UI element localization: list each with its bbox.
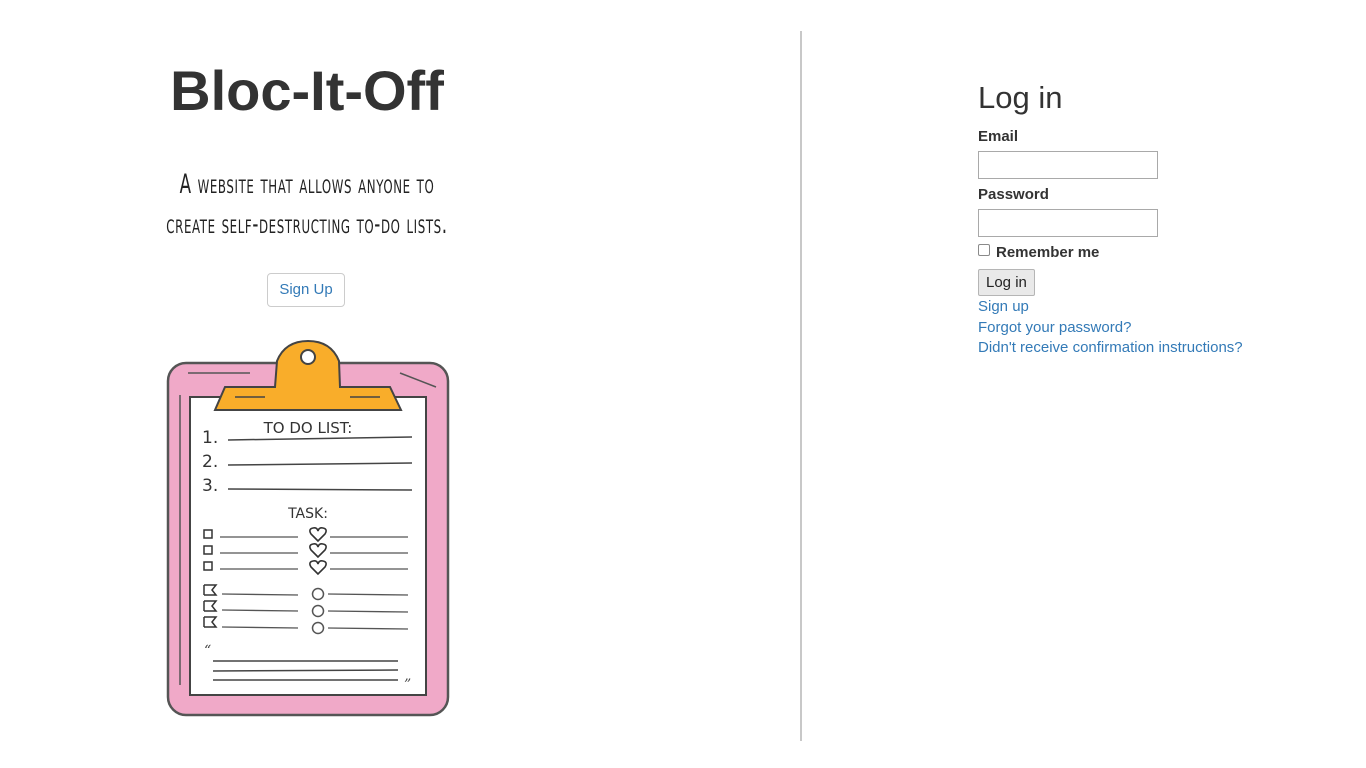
tagline-line-1: A website that allows anyone to — [179, 169, 435, 200]
login-heading: Log in — [978, 80, 1063, 115]
clipboard-illustration: TO DO LIST: 1. 2. 3. TASK: “ ” — [166, 339, 450, 717]
login-panel: Log in Email Password Remember me Log in… — [978, 78, 1338, 359]
password-field[interactable] — [978, 209, 1158, 237]
email-field[interactable] — [978, 151, 1158, 179]
sign-up-link[interactable]: Sign up — [978, 297, 1338, 318]
todo-number-1: 1. — [202, 428, 218, 448]
site-tagline: A website that allows anyone to create s… — [117, 165, 498, 245]
email-label: Email — [978, 128, 1019, 145]
clipboard-paper — [189, 396, 427, 696]
sign-up-button[interactable]: Sign Up — [267, 273, 345, 307]
forgot-password-link[interactable]: Forgot your password? — [978, 318, 1338, 339]
auth-links: Sign up Forgot your password? Didn't rec… — [978, 297, 1338, 359]
clip-hole — [300, 349, 316, 365]
remember-me-label[interactable]: Remember me — [996, 244, 1099, 261]
svg-text:“: “ — [204, 643, 211, 659]
hero-section: Bloc-It-Off A website that allows anyone… — [0, 0, 614, 768]
remember-me-row: Remember me — [978, 241, 1338, 263]
todo-heading: TO DO LIST: — [263, 419, 353, 437]
tagline-line-2: create self-destructing to-do lists. — [166, 209, 448, 240]
todo-number-2: 2. — [202, 452, 218, 472]
page: Bloc-It-Off A website that allows anyone… — [0, 0, 1366, 768]
confirmation-instructions-link[interactable]: Didn't receive confirmation instructions… — [978, 338, 1338, 359]
log-in-button[interactable]: Log in — [978, 269, 1035, 296]
todo-line — [227, 488, 413, 491]
vertical-divider — [800, 31, 802, 741]
task-heading: TASK: — [287, 506, 328, 522]
password-label: Password — [978, 186, 1049, 203]
svg-text:”: ” — [404, 677, 411, 693]
site-title: Bloc-It-Off — [170, 59, 444, 122]
todo-number-3: 3. — [202, 476, 218, 496]
remember-me-checkbox[interactable] — [978, 244, 990, 256]
